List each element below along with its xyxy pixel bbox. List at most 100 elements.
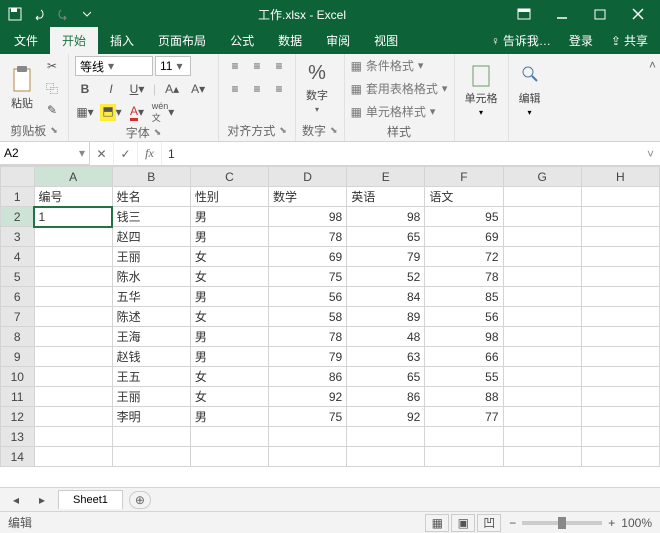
cell[interactable]: 王五 xyxy=(112,367,190,387)
cell[interactable]: 五华 xyxy=(112,287,190,307)
qat-customize-icon[interactable] xyxy=(76,3,98,25)
enter-icon[interactable]: ✓ xyxy=(114,142,138,165)
cell[interactable]: 王丽 xyxy=(112,387,190,407)
cell[interactable]: 女 xyxy=(190,307,268,327)
cell[interactable] xyxy=(581,307,659,327)
italic-button[interactable]: I xyxy=(101,79,121,99)
cell[interactable]: 语文 xyxy=(425,187,503,207)
signin-button[interactable]: 登录 xyxy=(561,27,601,54)
redo-icon[interactable] xyxy=(52,3,74,25)
cell[interactable]: 98 xyxy=(347,207,425,227)
cell[interactable]: 55 xyxy=(425,367,503,387)
cell[interactable] xyxy=(581,387,659,407)
cell[interactable]: 56 xyxy=(425,307,503,327)
cell[interactable]: 赵钱 xyxy=(112,347,190,367)
cell[interactable]: 女 xyxy=(190,267,268,287)
cell[interactable]: 58 xyxy=(269,307,347,327)
cell[interactable] xyxy=(581,427,659,447)
cell[interactable] xyxy=(34,327,112,347)
cell[interactable] xyxy=(269,447,347,467)
format-table-button[interactable]: ▦套用表格格式▾ xyxy=(351,79,448,98)
row-header[interactable]: 11 xyxy=(1,387,35,407)
cell[interactable] xyxy=(503,367,581,387)
row-header[interactable]: 12 xyxy=(1,407,35,427)
zoom-in-icon[interactable]: + xyxy=(608,516,615,530)
cell[interactable]: 男 xyxy=(190,287,268,307)
cell[interactable]: 姓名 xyxy=(112,187,190,207)
minimize-icon[interactable] xyxy=(544,2,580,26)
cell[interactable] xyxy=(503,427,581,447)
cell[interactable]: 陈述 xyxy=(112,307,190,327)
cell[interactable]: 95 xyxy=(425,207,503,227)
cell[interactable] xyxy=(581,367,659,387)
row-header[interactable]: 4 xyxy=(1,247,35,267)
row-header[interactable]: 6 xyxy=(1,287,35,307)
cell[interactable]: 72 xyxy=(425,247,503,267)
col-header[interactable]: B xyxy=(112,167,190,187)
copy-icon[interactable]: ⿻ xyxy=(42,78,62,98)
cell[interactable] xyxy=(503,227,581,247)
align-right-icon[interactable]: ≡ xyxy=(269,79,289,99)
cell[interactable] xyxy=(34,447,112,467)
cell[interactable]: 李明 xyxy=(112,407,190,427)
number-format-button[interactable]: % 数字 ▾ xyxy=(302,60,332,116)
formula-input[interactable]: 1 xyxy=(162,147,641,161)
row-header[interactable]: 13 xyxy=(1,427,35,447)
cell[interactable]: 女 xyxy=(190,367,268,387)
cell[interactable] xyxy=(425,427,503,447)
cell[interactable]: 86 xyxy=(347,387,425,407)
col-header[interactable]: D xyxy=(269,167,347,187)
row-header[interactable]: 8 xyxy=(1,327,35,347)
row-header[interactable]: 3 xyxy=(1,227,35,247)
cell[interactable]: 65 xyxy=(347,367,425,387)
cell[interactable]: 63 xyxy=(347,347,425,367)
page-layout-view-icon[interactable]: ▣ xyxy=(451,514,475,532)
paste-button[interactable]: 粘贴 xyxy=(6,63,38,113)
cell[interactable]: 52 xyxy=(347,267,425,287)
cell[interactable]: 88 xyxy=(425,387,503,407)
cell[interactable]: 钱三 xyxy=(112,207,190,227)
cell[interactable]: 69 xyxy=(269,247,347,267)
sheet-tab[interactable]: Sheet1 xyxy=(58,490,123,509)
col-header[interactable]: F xyxy=(425,167,503,187)
cell[interactable] xyxy=(503,287,581,307)
cell[interactable] xyxy=(503,307,581,327)
cell[interactable]: 92 xyxy=(347,407,425,427)
cell[interactable]: 77 xyxy=(425,407,503,427)
cell[interactable]: 85 xyxy=(425,287,503,307)
share-button[interactable]: ⇪共享 xyxy=(603,27,656,54)
increase-font-icon[interactable]: A▴ xyxy=(162,79,182,99)
col-header[interactable]: H xyxy=(581,167,659,187)
align-top-icon[interactable]: ≡ xyxy=(225,56,245,76)
tab-页面布局[interactable]: 页面布局 xyxy=(146,27,218,54)
cell[interactable]: 赵四 xyxy=(112,227,190,247)
cell[interactable]: 78 xyxy=(269,227,347,247)
cell[interactable] xyxy=(581,407,659,427)
cut-icon[interactable]: ✂ xyxy=(42,56,62,76)
dialog-launcher-icon[interactable]: ⬊ xyxy=(50,125,58,136)
row-header[interactable]: 9 xyxy=(1,347,35,367)
sheet-nav-prev-icon[interactable]: ◂ xyxy=(6,490,26,510)
tab-开始[interactable]: 开始 xyxy=(50,27,98,54)
spreadsheet-grid[interactable]: ABCDEFGH1编号姓名性别数学英语语文21钱三男9898953赵四男7865… xyxy=(0,166,660,487)
page-break-view-icon[interactable]: 凹 xyxy=(477,514,501,532)
zoom-control[interactable]: − + 100% xyxy=(509,516,652,530)
cell[interactable]: 男 xyxy=(190,227,268,247)
close-icon[interactable] xyxy=(620,2,656,26)
cell[interactable] xyxy=(503,347,581,367)
ribbon-display-icon[interactable] xyxy=(506,2,542,26)
cell[interactable]: 女 xyxy=(190,387,268,407)
zoom-out-icon[interactable]: − xyxy=(509,516,516,530)
cell[interactable] xyxy=(34,427,112,447)
fill-color-icon[interactable]: ⬒▾ xyxy=(101,102,121,122)
cell[interactable]: 男 xyxy=(190,407,268,427)
row-header[interactable]: 2 xyxy=(1,207,35,227)
cell[interactable] xyxy=(581,207,659,227)
cell[interactable]: 男 xyxy=(190,347,268,367)
cell[interactable]: 89 xyxy=(347,307,425,327)
format-painter-icon[interactable]: ✎ xyxy=(42,100,62,120)
col-header[interactable]: E xyxy=(347,167,425,187)
align-center-icon[interactable]: ≡ xyxy=(247,79,267,99)
tab-数据[interactable]: 数据 xyxy=(266,27,314,54)
cancel-icon[interactable]: ✕ xyxy=(90,142,114,165)
